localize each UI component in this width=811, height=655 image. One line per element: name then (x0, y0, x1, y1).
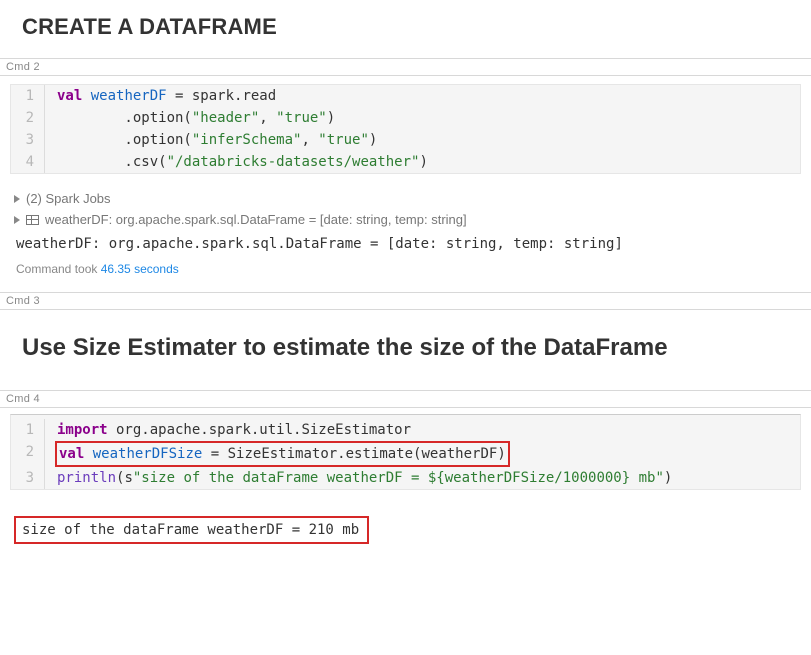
code-cell-cmd4[interactable]: 1 import org.apache.spark.util.SizeEstim… (10, 414, 801, 490)
line-number: 1 (11, 419, 45, 441)
result-output: size of the dataFrame weatherDF = 210 mb (14, 516, 369, 544)
line-number: 4 (11, 151, 45, 173)
chevron-right-icon (14, 216, 20, 224)
code-line: .option("inferSchema", "true") (45, 129, 377, 151)
schema-toggle[interactable]: weatherDF: org.apache.spark.sql.DataFram… (14, 209, 797, 230)
spark-jobs-toggle[interactable]: (2) Spark Jobs (14, 188, 797, 209)
output-cmd2: (2) Spark Jobs weatherDF: org.apache.spa… (10, 184, 801, 292)
code-line: import org.apache.spark.util.SizeEstimat… (45, 419, 411, 441)
markdown-heading-create: CREATE A DATAFRAME (22, 14, 811, 40)
table-icon (26, 215, 39, 225)
repl-output: weatherDF: org.apache.spark.sql.DataFram… (14, 230, 797, 256)
line-number: 3 (11, 129, 45, 151)
command-timing: Command took 46.35 seconds (14, 256, 797, 286)
cmd-label-3: Cmd 3 (0, 292, 811, 310)
cmd-label-2: Cmd 2 (0, 58, 811, 76)
chevron-right-icon (14, 195, 20, 203)
markdown-heading-size: Use Size Estimater to estimate the size … (22, 334, 811, 362)
line-number: 2 (11, 441, 45, 467)
code-line: val weatherDFSize = SizeEstimator.estima… (45, 441, 510, 467)
code-line: .option("header", "true") (45, 107, 335, 129)
code-line: .csv("/databricks-datasets/weather") (45, 151, 428, 173)
code-cell-cmd2[interactable]: 1 val weatherDF = spark.read 2 .option("… (10, 84, 801, 174)
line-number: 1 (11, 85, 45, 107)
schema-text: weatherDF: org.apache.spark.sql.DataFram… (45, 212, 467, 227)
line-number: 3 (11, 467, 45, 489)
line-number: 2 (11, 107, 45, 129)
code-line: println(s"size of the dataFrame weatherD… (45, 467, 672, 489)
spark-jobs-label: (2) Spark Jobs (26, 191, 111, 206)
cmd-label-4: Cmd 4 (0, 390, 811, 408)
highlight-box: val weatherDFSize = SizeEstimator.estima… (55, 441, 510, 467)
code-line: val weatherDF = spark.read (45, 85, 276, 107)
